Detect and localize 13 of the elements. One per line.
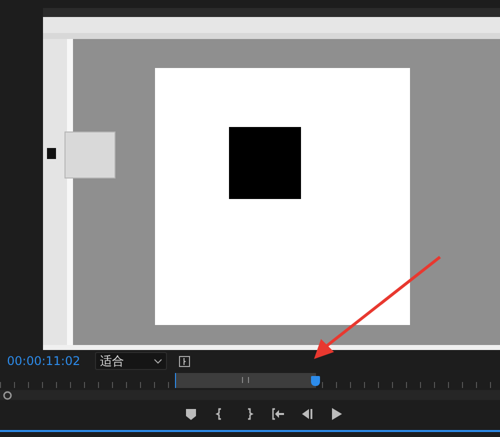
chevron-down-icon bbox=[154, 358, 162, 364]
timecode: 00:00:11:02 bbox=[7, 354, 82, 368]
bracket-icon bbox=[181, 358, 188, 364]
marker-button[interactable] bbox=[183, 406, 199, 422]
settings-button[interactable] bbox=[179, 356, 190, 366]
marker-icon bbox=[185, 408, 197, 420]
step-back-icon bbox=[301, 408, 313, 420]
playhead-icon[interactable] bbox=[3, 390, 12, 400]
go-to-in-button[interactable] bbox=[270, 406, 286, 422]
scroll-handle[interactable] bbox=[311, 376, 320, 386]
go-to-in-icon bbox=[272, 408, 284, 420]
zoom-dropdown[interactable]: 适合 bbox=[95, 352, 167, 370]
play-icon bbox=[330, 408, 342, 420]
